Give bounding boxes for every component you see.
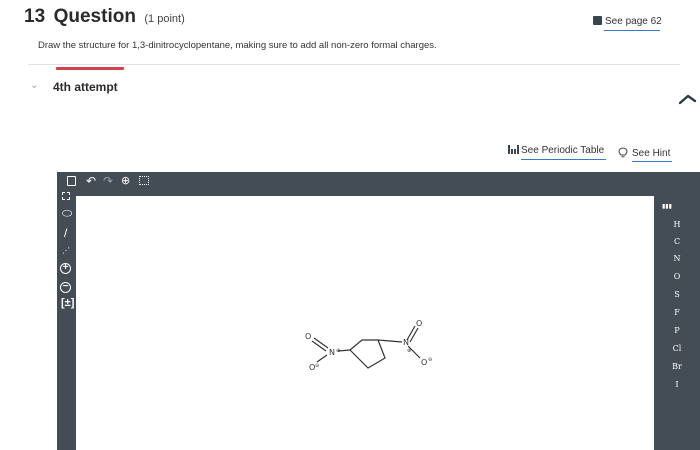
element-cl[interactable]: Cl [657,344,697,353]
see-page-link[interactable]: See page 62 [593,16,662,27]
attempt-accent-bar [56,67,124,70]
plus-charge-label: ⊕ [336,348,340,354]
redo-icon[interactable]: ↷ [103,175,113,187]
eraser-icon[interactable]: ⬭ [62,207,72,219]
periodic-table-icon [508,145,519,154]
cyclopentane-ring [349,339,386,369]
atom-o: O [416,319,422,328]
new-document-icon[interactable] [67,176,76,186]
minus-charge-label: ⊖ [315,363,319,369]
template-icon[interactable] [139,176,149,185]
question-text: Draw the structure for 1,3-dinitrocyclop… [38,40,437,51]
periodic-table-underline [521,159,606,160]
element-h[interactable]: H [657,220,697,229]
bond-icon[interactable]: / [64,227,67,239]
element-s[interactable]: S [657,290,697,299]
plus-charge-label: ⊕ [407,348,411,354]
minus-charge-label: ⊖ [428,357,432,363]
hint-underline [632,161,672,162]
atom-n: N [403,338,409,347]
chevron-up-icon[interactable] [677,92,697,106]
chain-icon[interactable]: ⋰ [62,246,70,256]
attempt-label[interactable]: 4th attempt [53,80,118,94]
see-page-underline [604,30,660,31]
element-i[interactable]: I [657,380,697,389]
element-o[interactable]: O [657,272,697,281]
book-icon [593,16,602,25]
question-word: Question [53,6,136,27]
element-c[interactable]: C [657,237,697,246]
periodic-mini-icon[interactable]: ▮▮▮ [662,202,672,212]
select-icon[interactable] [62,192,70,200]
see-page-label: See page 62 [605,16,662,27]
hint-link[interactable]: See Hint [618,147,670,159]
element-p[interactable]: P [657,326,697,335]
hint-label: See Hint [632,148,671,159]
periodic-table-label: See Periodic Table [521,145,605,156]
plus-charge-icon[interactable]: + [60,263,71,274]
c-n-bond-right [377,339,403,343]
question-points: (1 point) [144,13,185,25]
periodic-table-link[interactable]: See Periodic Table [508,145,604,156]
question-header: 13 Question (1 point) [24,6,185,28]
bracket-icon[interactable]: [±] [61,298,74,309]
element-br[interactable]: Br [657,362,697,371]
zoom-icon[interactable]: ⊕ [121,176,130,187]
atom-o: O [305,332,311,341]
drawn-molecule[interactable]: O O ⊖ N ⊕ N ⊕ O O ⊖ [290,310,450,390]
question-number: 13 [24,6,46,27]
atom-n: N [329,348,335,357]
lightbulb-icon [618,147,628,158]
element-n[interactable]: N [657,254,697,263]
element-f[interactable]: F [657,308,697,317]
minus-charge-icon[interactable]: − [60,282,71,293]
atom-o: O [421,358,427,367]
section-divider [28,64,680,65]
chevron-down-icon[interactable]: ⌄ [30,80,38,91]
undo-icon[interactable]: ↶ [86,175,96,187]
